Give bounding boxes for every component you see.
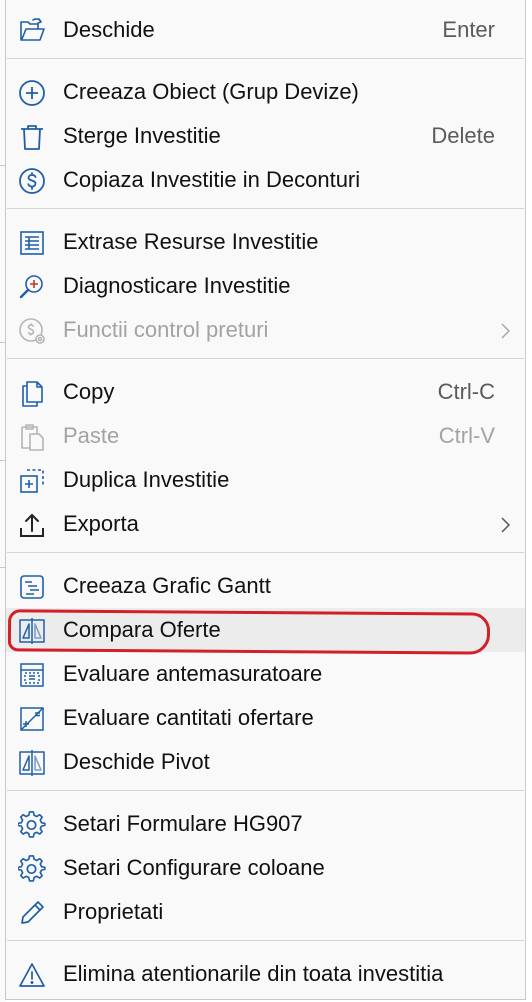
menu-item-remove-warnings[interactable]: Elimina atentionarile din toata investit…	[6, 952, 525, 996]
menu-item-label: Copiaza Investitie in Deconturi	[63, 167, 361, 192]
gear-icon	[18, 811, 46, 839]
menu-item-label: Setari Configurare coloane	[63, 855, 325, 880]
menu-item-price-control[interactable]: Functii control preturi	[6, 308, 525, 352]
open-folder-icon	[18, 17, 46, 45]
menu-item-label: Exporta	[63, 511, 139, 536]
menu-item-extract-resources[interactable]: Extrase Resurse Investitie	[6, 220, 525, 264]
paste-icon	[18, 423, 46, 451]
menu-item-label: Copy	[63, 379, 115, 404]
evaluate-quantities-icon	[18, 705, 46, 733]
menu-item-label: Functii control preturi	[63, 317, 269, 342]
context-menu: Deschide Enter Creeaza Obiect (Grup Devi…	[5, 0, 526, 1000]
menu-item-shortcut: Ctrl-C	[437, 379, 495, 404]
table-icon	[18, 229, 46, 257]
menu-item-duplicate[interactable]: Duplica Investitie	[6, 458, 525, 502]
menu-item-label: Duplica Investitie	[63, 467, 230, 492]
menu-item-evaluate-quantities[interactable]: Evaluare cantitati ofertare	[6, 696, 525, 740]
menu-item-label: Evaluare antemasuratoare	[63, 661, 323, 686]
menu-item-label: Sterge Investitie	[63, 123, 221, 148]
menu-item-label: Deschide	[63, 17, 155, 42]
menu-separator	[7, 58, 524, 59]
menu-separator	[7, 552, 524, 553]
menu-separator	[7, 940, 524, 941]
menu-item-hg907-settings[interactable]: Setari Formulare HG907	[6, 802, 525, 846]
menu-item-label: Extrase Resurse Investitie	[63, 229, 319, 254]
dollar-circle-icon	[18, 167, 46, 195]
diagnose-magnifier-icon	[18, 273, 46, 301]
menu-separator	[7, 790, 524, 791]
menu-separator	[7, 208, 524, 209]
pencil-icon	[18, 899, 46, 927]
chevron-right-icon	[499, 516, 511, 534]
duplicate-icon	[18, 467, 46, 495]
trash-icon	[18, 123, 46, 151]
price-settings-icon	[18, 317, 46, 345]
menu-item-label: Deschide Pivot	[63, 749, 210, 774]
annotation-highlight	[7, 609, 491, 655]
menu-item-label: Evaluare cantitati ofertare	[63, 705, 314, 730]
menu-item-properties[interactable]: Proprietati	[6, 890, 525, 934]
menu-item-shortcut: Enter	[442, 17, 495, 42]
menu-item-label: Diagnosticare Investitie	[63, 273, 291, 298]
menu-item-paste[interactable]: Paste Ctrl-V	[6, 414, 525, 458]
upload-icon	[18, 511, 46, 539]
gear-icon	[18, 855, 46, 883]
menu-item-label: Creeaza Grafic Gantt	[63, 573, 271, 598]
menu-item-open[interactable]: Deschide Enter	[6, 8, 525, 52]
chevron-right-icon	[499, 322, 511, 340]
menu-item-diagnose[interactable]: Diagnosticare Investitie	[6, 264, 525, 308]
plus-circle-icon	[18, 79, 46, 107]
menu-item-copy-to-settlements[interactable]: Copiaza Investitie in Deconturi	[6, 158, 525, 202]
menu-item-label: Paste	[63, 423, 120, 448]
menu-item-shortcut: Ctrl-V	[438, 423, 495, 448]
menu-item-create-object[interactable]: Creeaza Obiect (Grup Devize)	[6, 70, 525, 114]
evaluate-estimates-icon	[18, 661, 46, 689]
menu-item-column-settings[interactable]: Setari Configurare coloane	[6, 846, 525, 890]
gantt-icon	[18, 573, 46, 601]
warning-icon	[18, 961, 46, 989]
copy-icon	[18, 379, 46, 407]
menu-item-label: Elimina atentionarile din toata investit…	[63, 961, 444, 986]
pivot-icon	[18, 749, 46, 777]
menu-item-evaluate-estimates[interactable]: Evaluare antemasuratoare	[6, 652, 525, 696]
menu-item-label: Proprietati	[63, 899, 164, 924]
menu-item-label: Setari Formulare HG907	[63, 811, 303, 836]
menu-item-label: Creeaza Obiect (Grup Devize)	[63, 79, 359, 104]
menu-item-copy[interactable]: Copy Ctrl-C	[6, 370, 525, 414]
menu-separator	[7, 358, 524, 359]
menu-item-pivot[interactable]: Deschide Pivot	[6, 740, 525, 784]
menu-item-delete-investment[interactable]: Sterge Investitie Delete	[6, 114, 525, 158]
menu-item-export[interactable]: Exporta	[6, 502, 525, 546]
menu-item-gantt[interactable]: Creeaza Grafic Gantt	[6, 564, 525, 608]
menu-item-shortcut: Delete	[431, 123, 495, 148]
